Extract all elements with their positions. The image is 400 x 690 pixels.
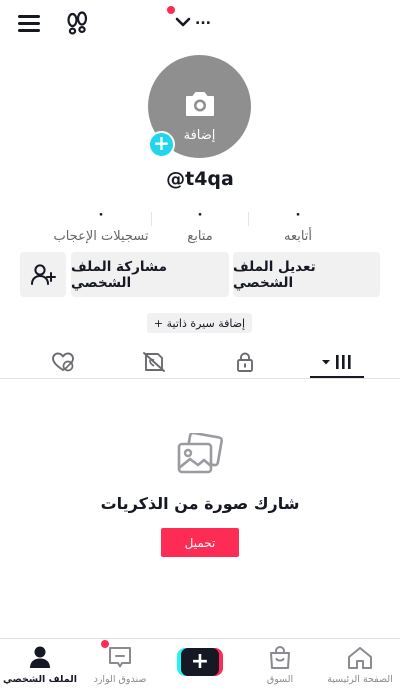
nav-inbox-label: صندوق الوارد bbox=[93, 674, 147, 685]
stat-likes-value: ٠ bbox=[96, 206, 106, 222]
divider bbox=[0, 378, 400, 379]
shop-bag-icon bbox=[270, 645, 290, 669]
nav-profile[interactable]: الملف الشخصي bbox=[0, 642, 80, 688]
inbox-icon bbox=[109, 647, 131, 668]
create-plus-icon: + bbox=[181, 648, 219, 676]
add-avatar-plus-icon[interactable]: + bbox=[148, 131, 175, 158]
tab-private[interactable] bbox=[195, 345, 295, 378]
hidden-like-icon bbox=[143, 351, 165, 372]
stat-followers-label: متابع bbox=[187, 229, 213, 244]
create-button[interactable]: + bbox=[177, 648, 223, 676]
share-profile-button[interactable]: مشاركة الملف الشخصي bbox=[71, 252, 229, 297]
stat-followers[interactable]: ٠ متابع bbox=[145, 205, 255, 244]
grid-icon bbox=[322, 354, 351, 369]
notification-dot bbox=[167, 6, 175, 14]
nav-shop[interactable]: السوق bbox=[240, 642, 320, 688]
empty-state-title: شارك صورة من الذكريات bbox=[100, 494, 300, 513]
stat-likes-label: تسجيلات الإعجاب bbox=[53, 229, 149, 244]
nav-divider bbox=[0, 638, 400, 639]
footprints-icon[interactable] bbox=[64, 11, 90, 37]
photos-icon bbox=[177, 433, 224, 474]
camera-icon bbox=[186, 92, 214, 116]
stat-likes[interactable]: ٠ تسجيلات الإعجاب bbox=[46, 205, 156, 244]
tab-liked[interactable] bbox=[13, 345, 113, 378]
stat-followers-value: ٠ bbox=[195, 206, 205, 222]
tab-favorites[interactable] bbox=[104, 345, 204, 378]
nav-home[interactable]: الصفحة الرئيسية bbox=[320, 642, 400, 688]
menu-button[interactable] bbox=[18, 13, 42, 33]
chevron-down-icon[interactable] bbox=[175, 14, 197, 34]
add-user-icon bbox=[31, 263, 56, 285]
profile-icon bbox=[30, 646, 50, 668]
tab-videos[interactable] bbox=[287, 345, 387, 378]
nav-shop-label: السوق bbox=[266, 674, 294, 685]
add-bio-button[interactable]: + إضافة سيرة ذاتية bbox=[147, 313, 252, 333]
nav-inbox[interactable]: صندوق الوارد bbox=[80, 642, 160, 688]
stat-following-value: ٠ bbox=[293, 206, 303, 222]
username: @t4qa bbox=[166, 168, 234, 190]
lock-icon bbox=[237, 352, 253, 372]
add-friends-button[interactable] bbox=[20, 252, 66, 297]
upload-button[interactable]: تحميل bbox=[161, 528, 239, 557]
home-icon bbox=[348, 647, 372, 669]
nav-home-label: الصفحة الرئيسية bbox=[327, 674, 393, 685]
more-dots[interactable]: ... bbox=[195, 12, 211, 28]
nav-profile-label: الملف الشخصي bbox=[2, 674, 77, 685]
edit-profile-button[interactable]: تعديل الملف الشخصي bbox=[233, 252, 380, 297]
heart-hidden-icon bbox=[52, 352, 74, 371]
stat-following-label: أتابعه bbox=[283, 229, 313, 244]
stat-following[interactable]: ٠ أتابعه bbox=[243, 205, 353, 244]
